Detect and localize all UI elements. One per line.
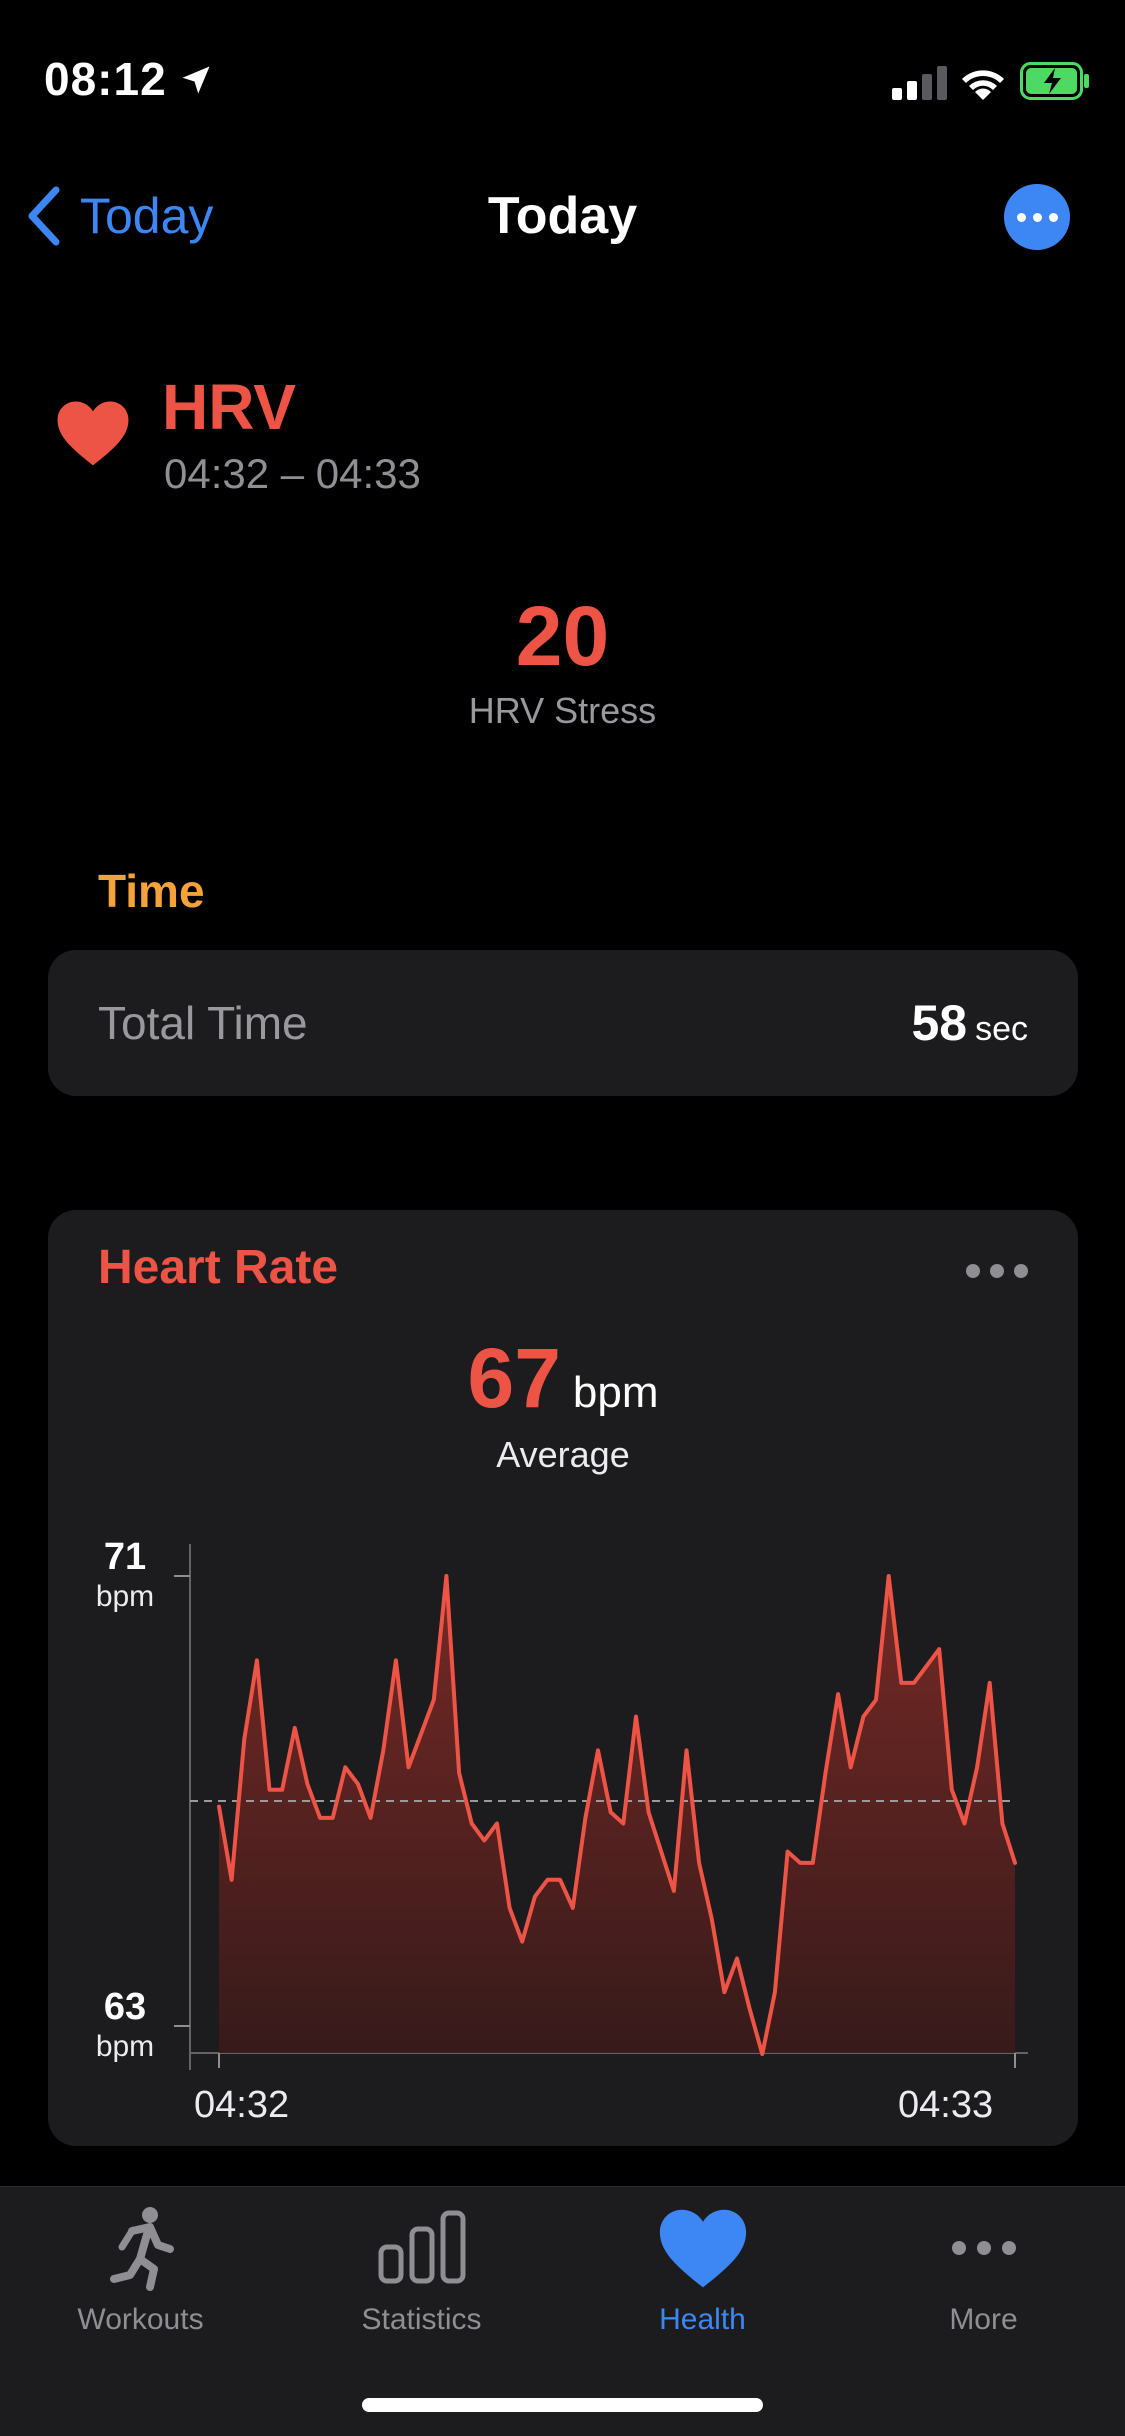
time-section-title: Time xyxy=(98,865,205,917)
more-dots-icon xyxy=(951,2241,1016,2255)
total-time-label: Total Time xyxy=(98,997,308,1049)
tab-more[interactable]: More xyxy=(843,2203,1124,2337)
status-time: 08:12 xyxy=(44,53,167,105)
tab-more-label: More xyxy=(949,2303,1018,2336)
wifi-icon xyxy=(962,70,1004,100)
location-arrow-icon xyxy=(182,66,210,94)
heart-icon xyxy=(659,2209,746,2288)
dot xyxy=(1032,212,1042,222)
time-range: 04:32 – 04:33 xyxy=(164,450,421,497)
nav-title: Today xyxy=(487,187,638,245)
x-axis-start-label: 04:32 xyxy=(194,2084,290,2126)
tab-statistics[interactable]: Statistics xyxy=(281,2203,562,2337)
x-axis-end-label: 04:33 xyxy=(898,2084,994,2126)
tab-statistics-label: Statistics xyxy=(361,2303,482,2336)
heart-rate-chart xyxy=(174,1544,1028,2070)
runner-icon xyxy=(109,2207,174,2291)
total-time-row: Total Time 58 sec xyxy=(48,950,1078,1096)
y-axis-max-unit: bpm xyxy=(95,1580,155,1613)
tab-workouts[interactable]: Workouts xyxy=(0,2203,281,2337)
y-axis-min-value: 63 xyxy=(103,1986,147,2028)
bar-chart-icon xyxy=(378,2210,465,2284)
screen: 08:12 Today Today HRV 04:32 – 04:33 20 H… xyxy=(0,0,1125,2436)
hrv-stress-label: HRV Stress xyxy=(468,690,657,731)
total-time-number: 58 xyxy=(911,995,968,1051)
tab-health-label: Health xyxy=(659,2303,746,2336)
y-axis-min-unit: bpm xyxy=(95,2030,155,2063)
home-indicator xyxy=(362,2398,763,2412)
hrv-stress-value: 20 xyxy=(515,589,610,683)
heart-icon xyxy=(57,401,129,466)
workout-title: HRV xyxy=(162,371,296,443)
more-options-button[interactable] xyxy=(1004,184,1070,250)
cellular-signal-icon xyxy=(892,66,947,100)
tab-workouts-label: Workouts xyxy=(77,2303,204,2336)
heart-rate-card: Heart Rate 67 bpm Average 71 bpm 63 bpm … xyxy=(48,1210,1078,2146)
tab-health[interactable]: Health xyxy=(562,2203,843,2337)
dot xyxy=(1048,212,1058,222)
total-time-unit: sec xyxy=(975,1010,1028,1048)
y-axis-max-value: 71 xyxy=(103,1536,147,1578)
dot xyxy=(1016,212,1026,222)
total-time-value: 58 sec xyxy=(911,994,1028,1052)
battery-charging-icon xyxy=(1020,62,1089,100)
